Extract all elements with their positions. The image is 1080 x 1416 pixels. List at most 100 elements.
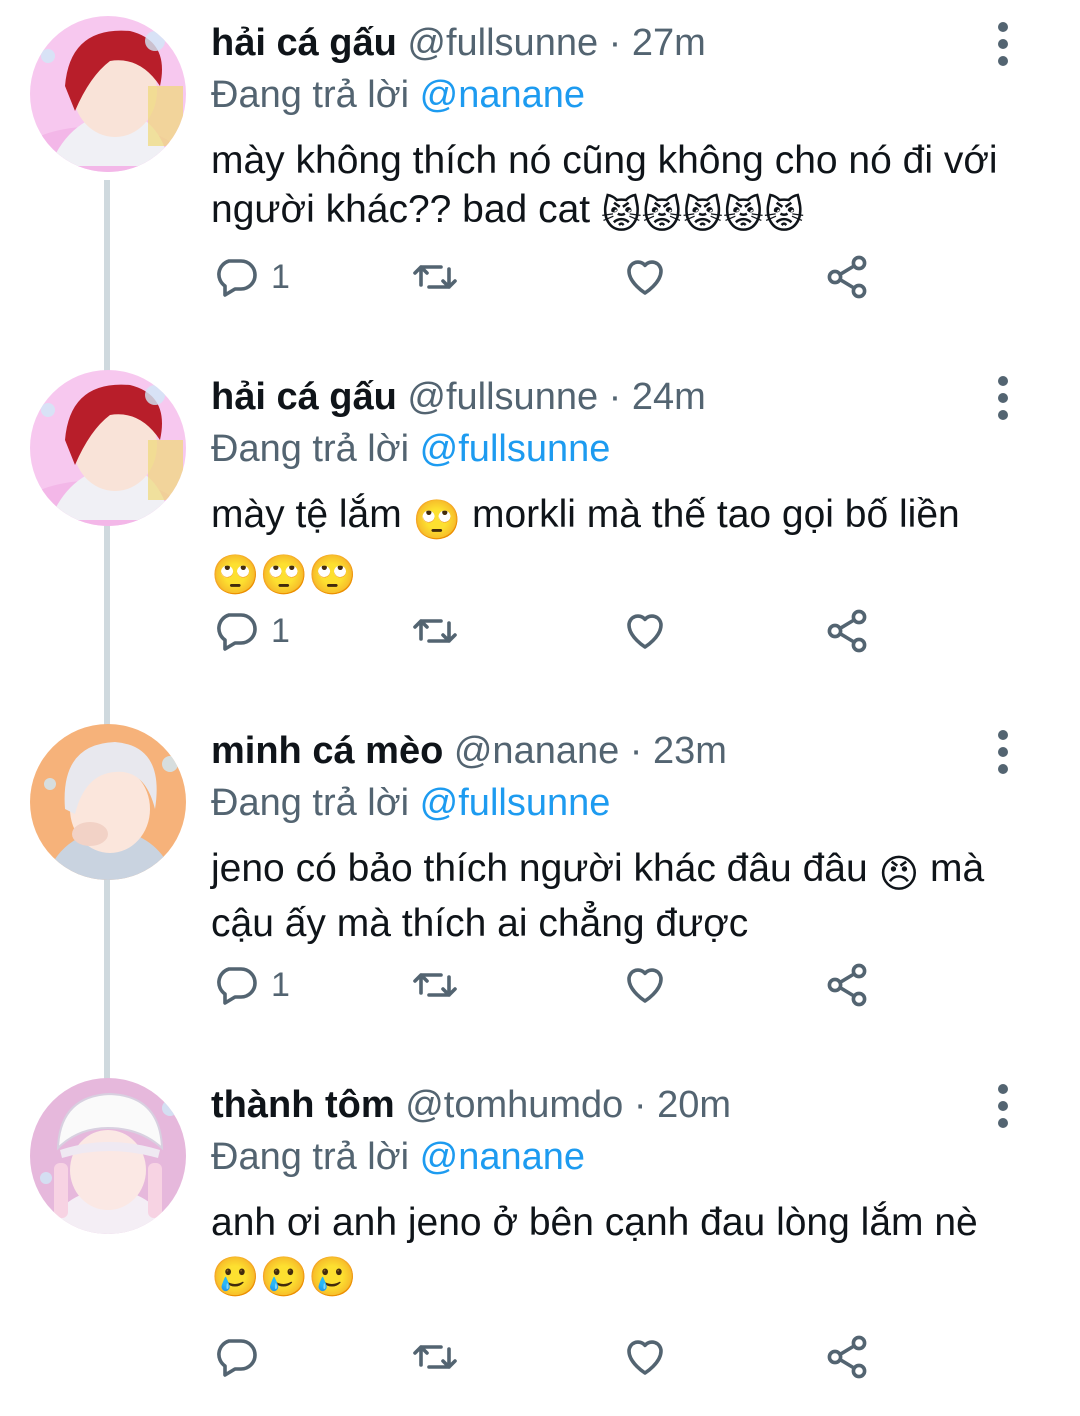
like-button[interactable]	[621, 958, 669, 1012]
tweet-header: minh cá mèo @nanane · 23m	[211, 726, 1010, 776]
emoji: 😾	[641, 194, 683, 237]
more-options-icon[interactable]	[992, 1084, 1014, 1136]
reply-count: 1	[271, 611, 290, 650]
replying-to-label: Đang trả lời	[211, 428, 420, 470]
emoji: 🙄	[211, 554, 260, 597]
display-name[interactable]: minh cá mèo	[211, 730, 443, 772]
share-button[interactable]	[823, 604, 871, 658]
reply-count: 1	[271, 965, 290, 1004]
user-handle[interactable]: @nanane	[454, 730, 619, 772]
share-icon	[827, 963, 867, 1007]
share-icon	[827, 255, 867, 299]
separator: ·	[598, 22, 632, 64]
reply-icon	[217, 967, 257, 1005]
retweet-icon	[413, 619, 457, 643]
tweet-actions: 1	[211, 250, 891, 304]
like-icon	[627, 968, 663, 1003]
reply-button[interactable]: 1	[211, 958, 290, 1012]
emoji: 😠	[878, 853, 920, 896]
like-button[interactable]	[621, 1330, 669, 1384]
timestamp[interactable]: 27m	[632, 22, 706, 64]
retweet-button[interactable]	[411, 958, 459, 1012]
retweet-icon	[413, 973, 457, 997]
mention-link[interactable]: @nanane	[420, 1136, 585, 1178]
more-options-icon[interactable]	[992, 22, 1014, 74]
share-icon	[827, 1335, 867, 1379]
tweet-text: mày không thích nó cũng không cho nó đi …	[211, 136, 1010, 240]
reply-icon	[217, 1339, 257, 1377]
separator: ·	[598, 376, 632, 418]
emoji: 😾	[722, 194, 764, 237]
user-handle[interactable]: @fullsunne	[407, 22, 598, 64]
replying-to-label: Đang trả lời	[211, 1136, 420, 1178]
emoji: 🥲	[211, 1256, 260, 1299]
display-name[interactable]: thành tôm	[211, 1084, 395, 1126]
share-button[interactable]	[823, 1330, 871, 1384]
tweet[interactable]: hải cá gấu @fullsunne · 27m Đang trả lời…	[0, 0, 1080, 354]
mention-link[interactable]: @fullsunne	[420, 782, 611, 824]
replying-to-label: Đang trả lời	[211, 74, 420, 116]
reply-button[interactable]: 1	[211, 604, 290, 658]
like-icon	[627, 1340, 663, 1375]
share-button[interactable]	[823, 958, 871, 1012]
replying-to: Đang trả lời @nanane	[211, 70, 1010, 120]
emoji: 🥲	[308, 1256, 357, 1299]
tweet-text-part: mày tệ lắm	[211, 493, 413, 536]
reply-icon	[217, 259, 257, 297]
tweet[interactable]: minh cá mèo @nanane · 23m Đang trả lời @…	[0, 708, 1080, 1062]
timestamp[interactable]: 23m	[653, 730, 727, 772]
tweet[interactable]: hải cá gấu @fullsunne · 24m Đang trả lời…	[0, 354, 1080, 708]
retweet-button[interactable]	[411, 250, 459, 304]
emoji: 🙄	[308, 554, 357, 597]
like-button[interactable]	[621, 604, 669, 658]
emoji: 🥲	[259, 1256, 309, 1299]
tweet-text: anh ơi anh jeno ở bên cạnh đau lòng lắm …	[211, 1198, 1010, 1302]
share-button[interactable]	[823, 250, 871, 304]
like-icon	[627, 260, 663, 295]
replying-to-label: Đang trả lời	[211, 782, 420, 824]
user-handle[interactable]: @fullsunne	[407, 376, 598, 418]
separator: ·	[619, 730, 654, 772]
tweet-text: mày tệ lắm 🙄 morkli mà thế tao gọi bố li…	[211, 490, 1010, 600]
avatar[interactable]	[30, 1078, 186, 1234]
avatar[interactable]	[30, 16, 186, 172]
mention-link[interactable]: @nanane	[420, 74, 585, 116]
separator: ·	[623, 1084, 658, 1126]
reply-icon	[217, 613, 257, 651]
tweet-header: thành tôm @tomhumdo · 20m	[211, 1080, 1010, 1130]
replying-to: Đang trả lời @fullsunne	[211, 424, 1010, 474]
tweet-header: hải cá gấu @fullsunne · 27m	[211, 18, 1010, 68]
emoji: 😾	[763, 194, 805, 237]
retweet-button[interactable]	[411, 604, 459, 658]
more-options-icon[interactable]	[992, 376, 1014, 428]
tweet-actions	[211, 1330, 891, 1384]
tweet-actions: 1	[211, 604, 891, 658]
like-icon	[627, 614, 663, 649]
emoji: 😾	[600, 194, 642, 237]
reply-button[interactable]: 1	[211, 250, 290, 304]
display-name[interactable]: hải cá gấu	[211, 22, 397, 64]
replying-to: Đang trả lời @nanane	[211, 1132, 1010, 1182]
replying-to: Đang trả lời @fullsunne	[211, 778, 1010, 828]
timestamp[interactable]: 20m	[657, 1084, 731, 1126]
retweet-icon	[413, 265, 457, 289]
avatar[interactable]	[30, 370, 186, 526]
tweet-actions: 1	[211, 958, 891, 1012]
avatar[interactable]	[30, 724, 186, 880]
retweet-button[interactable]	[411, 1330, 459, 1384]
like-button[interactable]	[621, 250, 669, 304]
emoji: 😾	[682, 194, 723, 237]
emoji: 🙄	[412, 499, 462, 542]
tweet[interactable]: thành tôm @tomhumdo · 20m Đang trả lời @…	[0, 1062, 1080, 1416]
user-handle[interactable]: @tomhumdo	[405, 1084, 623, 1126]
reply-button[interactable]	[211, 1330, 271, 1384]
tweet-text-part: jeno có bảo thích người khác đâu đâu	[211, 847, 879, 890]
emoji: 🙄	[259, 554, 309, 597]
more-options-icon[interactable]	[992, 730, 1014, 782]
timestamp[interactable]: 24m	[632, 376, 706, 418]
tweet-text-body: anh ơi anh jeno ở bên cạnh đau lòng lắm …	[211, 1201, 978, 1244]
display-name[interactable]: hải cá gấu	[211, 376, 397, 418]
tweet-header: hải cá gấu @fullsunne · 24m	[211, 372, 1010, 422]
reply-count: 1	[271, 257, 290, 296]
mention-link[interactable]: @fullsunne	[420, 428, 611, 470]
